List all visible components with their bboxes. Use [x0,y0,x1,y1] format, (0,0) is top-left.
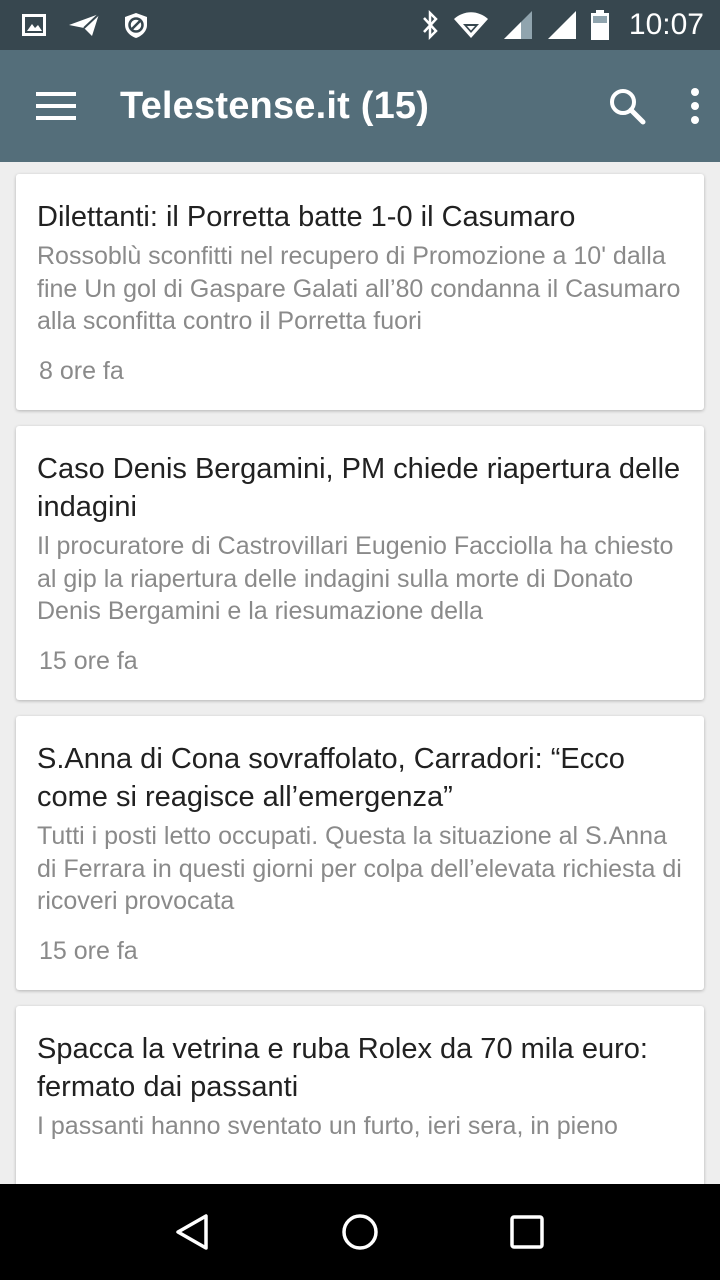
clock: 10:07 [628,8,704,41]
app-bar: Telestense.it (15) [0,50,720,162]
article-title: Caso Denis Bergamini, PM chiede riapertu… [37,453,681,523]
article-time: 15 ore fa [39,647,138,675]
page-title: Telestense.it (15) [120,84,430,127]
recents-button[interactable] [487,1192,567,1272]
search-button[interactable] [608,87,646,125]
article-card[interactable]: Dilettanti: il Porretta batte 1-0 il Cas… [16,174,704,410]
wifi-icon [453,11,489,39]
home-button[interactable] [320,1192,400,1272]
system-nav-bar [0,1184,720,1280]
search-icon [610,89,646,125]
no-entry-notification-icon [122,11,150,39]
status-notifications [22,11,150,39]
home-circle-icon [342,1214,378,1250]
article-title: Dilettanti: il Porretta batte 1-0 il Cas… [37,201,576,233]
article-summary: I passanti hanno sventato un furto, ieri… [37,1112,618,1140]
battery-icon [590,10,609,40]
cell-signal-icon [547,10,577,40]
article-title: Spacca la vetrina e ruba Rolex da 70 mil… [37,1033,648,1103]
article-feed[interactable]: Dilettanti: il Porretta batte 1-0 il Cas… [0,162,720,1184]
article-card[interactable]: Spacca la vetrina e ruba Rolex da 70 mil… [16,1006,704,1184]
bluetooth-icon [421,10,439,40]
cell-signal-icon [503,10,533,40]
article-summary: Rossoblù sconfitti nel recupero di Promo… [37,242,681,335]
menu-button[interactable] [36,86,76,126]
article-summary: Tutti i posti letto occupati. Questa la … [37,822,682,915]
gallery-notification-icon [22,14,46,36]
article-card[interactable]: Caso Denis Bergamini, PM chiede riapertu… [16,426,704,700]
status-bar: 10:07 [0,0,720,50]
overflow-menu-button[interactable] [690,88,700,124]
more-vertical-icon [691,88,699,124]
hamburger-menu-icon [36,92,76,120]
article-card[interactable]: S.Anna di Cona sovraffolato, Carradori: … [16,716,704,990]
status-system: 10:07 [421,8,704,42]
article-summary: Il procuratore di Castrovillari Eugenio … [37,532,674,625]
article-time: 15 ore fa [39,937,138,965]
article-time: 8 ore fa [39,357,124,385]
back-button[interactable] [153,1192,233,1272]
send-notification-icon [68,13,100,37]
back-triangle-icon [176,1214,209,1250]
article-title: S.Anna di Cona sovraffolato, Carradori: … [37,743,625,813]
recents-square-icon [509,1215,544,1249]
